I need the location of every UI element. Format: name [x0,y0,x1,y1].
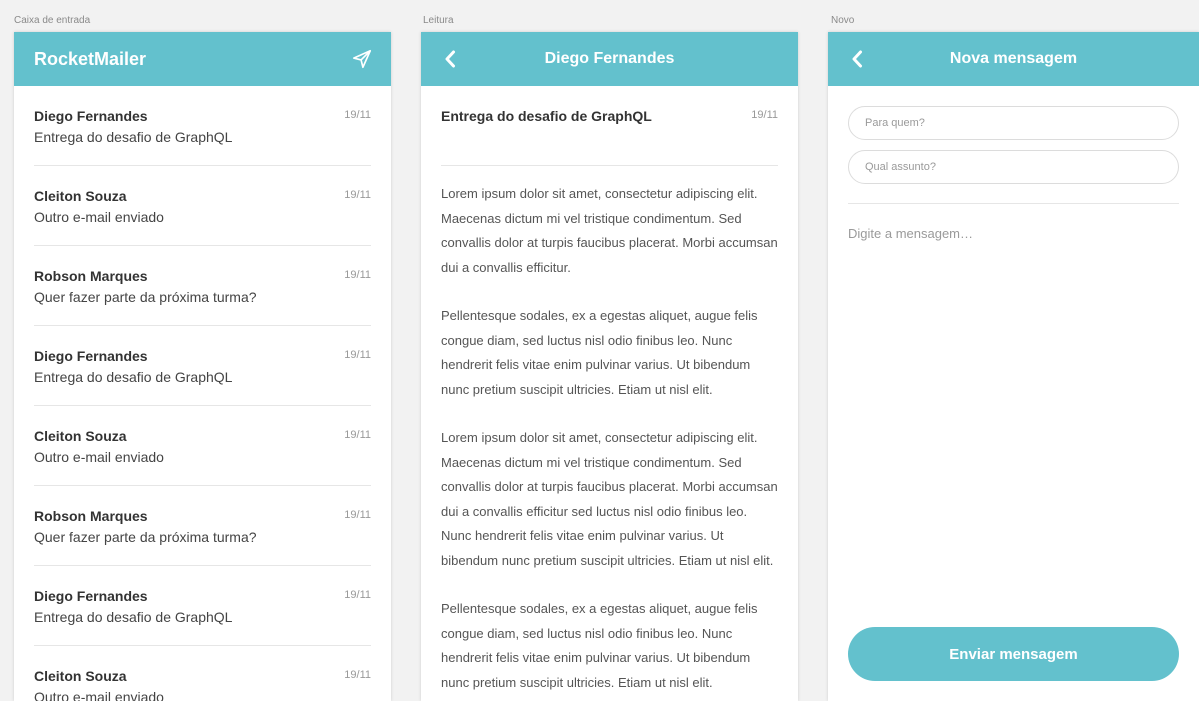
compose-screen: Nova mensagem Enviar mensagem [828,32,1199,701]
mail-sender: Cleiton Souza [34,188,127,204]
chevron-left-icon[interactable] [848,49,866,69]
mail-sender: Diego Fernandes [34,588,148,604]
mail-subject: Quer fazer parte da próxima turma? [34,529,257,545]
mail-subject: Outro e-mail enviado [34,689,164,701]
compose-form [828,86,1199,586]
mail-subject: Entrega do desafio de GraphQL [34,609,233,625]
reader-date: 19/11 [751,109,778,121]
mail-date: 19/11 [344,349,371,361]
paper-plane-icon[interactable] [351,48,373,70]
mail-subject: Outro e-mail enviado [34,449,164,465]
mail-subject: Quer fazer parte da próxima turma? [34,289,257,305]
message-paragraph: Pellentesque sodales, ex a egestas aliqu… [441,308,758,397]
compose-header: Nova mensagem [828,32,1199,86]
mail-subject: Entrega do desafio de GraphQL [34,129,233,145]
reader-title: Diego Fernandes [544,50,675,67]
app-title: RocketMailer [34,48,147,69]
mail-date: 19/11 [344,669,371,681]
mail-list-item[interactable]: Diego Fernandes Entrega do desafio de Gra… [34,86,371,166]
mail-list-item[interactable]: Cleiton Souza Outro e-mail enviado 19/11 [34,646,371,701]
mail-list-item[interactable]: Robson Marques Quer fazer parte da próxim… [34,486,371,566]
mail-list-item[interactable]: Diego Fernandes Entrega do desafio de Gra… [34,566,371,646]
artboard-label-inbox: Caixa de entrada [14,15,91,26]
compose-title: Nova mensagem [949,50,1078,67]
mail-date: 19/11 [344,189,371,201]
mail-subject: Entrega do desafio de GraphQL [34,369,233,385]
mail-subject: Outro e-mail enviado [34,209,164,225]
mail-date: 19/11 [344,109,371,121]
message-paragraph: Lorem ipsum dolor sit amet, consectetur … [441,430,778,568]
mail-sender: Diego Fernandes [34,348,148,364]
message-paragraph: Lorem ipsum dolor sit amet, consectetur … [441,186,778,275]
inbox-header: RocketMailer [14,32,391,86]
mail-sender: Cleiton Souza [34,428,127,444]
recipient-input[interactable] [848,106,1179,140]
mail-date: 19/11 [344,269,371,281]
mail-sender: Robson Marques [34,268,148,284]
mail-list: Diego Fernandes Entrega do desafio de Gra… [14,86,391,701]
artboard-label-compose: Novo [831,15,855,26]
mail-list-item[interactable]: Cleiton Souza Outro e-mail enviado 19/11 [34,406,371,486]
mail-date: 19/11 [344,509,371,521]
mail-sender: Robson Marques [34,508,148,524]
reader-header: Diego Fernandes [421,32,798,86]
reader-subject-row: Entrega do desafio de GraphQL 19/11 [441,86,778,166]
subject-input[interactable] [848,150,1179,184]
chevron-left-icon[interactable] [441,49,459,69]
reader-screen: Diego Fernandes Entrega do desafio de Gr… [421,32,798,701]
mail-list-item[interactable]: Diego Fernandes Entrega do desafio de Gra… [34,326,371,406]
message-textarea[interactable] [848,226,1179,586]
compose-divider [848,203,1179,204]
mail-list-item[interactable]: Robson Marques Quer fazer parte da próxim… [34,246,371,326]
mail-date: 19/11 [344,589,371,601]
mail-date: 19/11 [344,429,371,441]
artboard-label-reader: Leitura [423,15,454,26]
message-paragraph: Pellentesque sodales, ex a egestas aliqu… [441,601,758,690]
mail-sender: Cleiton Souza [34,668,127,684]
mail-sender: Diego Fernandes [34,108,148,124]
send-message-button[interactable]: Enviar mensagem [848,627,1179,681]
mail-list-item[interactable]: Cleiton Souza Outro e-mail enviado 19/11 [34,166,371,246]
reader-body: Entrega do desafio de GraphQL 19/11 Lore… [421,86,798,695]
inbox-screen: RocketMailer Diego Fernandes Entrega do d… [14,32,391,701]
reader-subject: Entrega do desafio de GraphQL [441,108,652,124]
